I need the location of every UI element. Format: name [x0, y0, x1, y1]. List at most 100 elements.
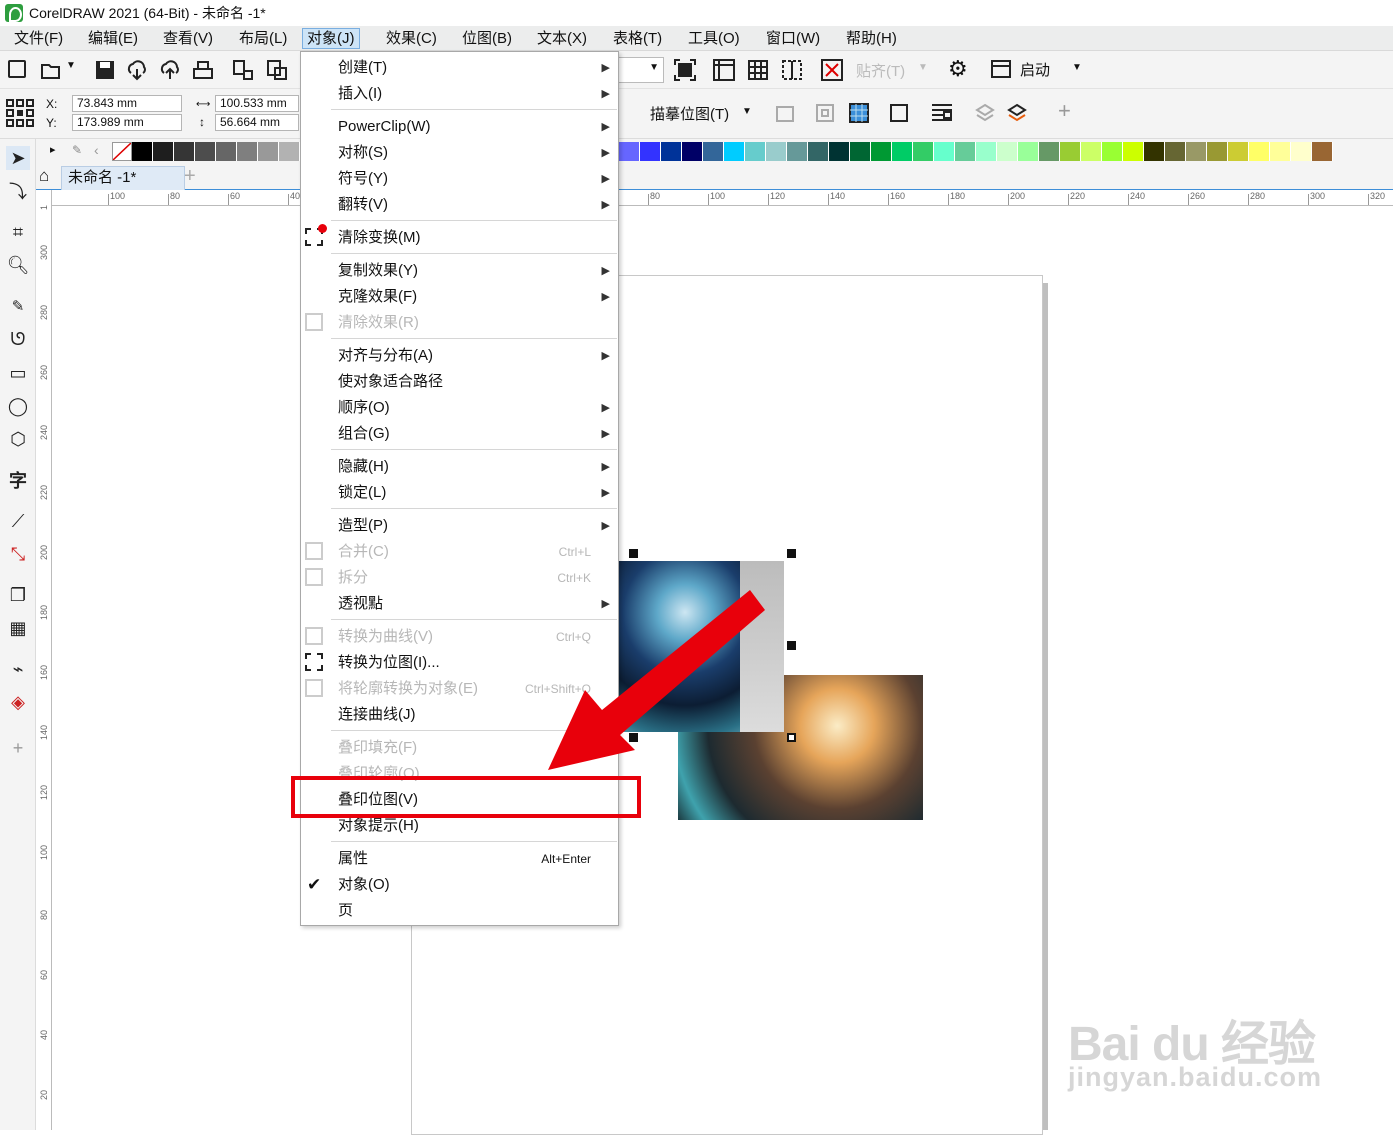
color-swatch[interactable]	[1102, 142, 1123, 161]
menu-view[interactable]: 查看(V)	[159, 28, 217, 49]
object-menu-item[interactable]: 对齐与分布(A) ▶	[301, 343, 618, 369]
trace-dropdown-icon[interactable]: ▼	[742, 106, 752, 117]
open-dropdown-icon[interactable]: ▼	[66, 60, 88, 82]
import-icon[interactable]	[232, 59, 254, 81]
menu-bitmaps[interactable]: 位图(B)	[458, 28, 516, 49]
selection-handle-br[interactable]	[787, 733, 796, 742]
object-menu-item[interactable]: ✔ 对象(O)	[301, 872, 618, 898]
color-swatch[interactable]	[934, 142, 955, 161]
menu-window[interactable]: 窗口(W)	[762, 28, 824, 49]
color-swatch[interactable]	[237, 142, 258, 161]
color-swatch[interactable]	[703, 142, 724, 161]
shape-tool-icon[interactable]: ⤵	[6, 179, 30, 203]
color-swatch[interactable]	[1144, 142, 1165, 161]
object-menu-item[interactable]: 符号(Y) ▶	[301, 166, 618, 192]
transparency-tool-icon[interactable]: ▦	[6, 616, 30, 640]
crop-tool-icon[interactable]: ⌗	[6, 220, 30, 244]
pick-tool-icon[interactable]: ➤	[6, 146, 30, 170]
save-icon[interactable]	[94, 59, 116, 81]
options-gear-icon[interactable]: ⚙	[948, 58, 970, 80]
add-tool-icon[interactable]: +	[1058, 98, 1071, 124]
palette-scroll-left-icon[interactable]: ▸	[50, 143, 56, 156]
polygon-tool-icon[interactable]: ⬡	[6, 427, 30, 451]
object-menu-item[interactable]: 翻转(V) ▶	[301, 192, 618, 218]
drop-shadow-icon[interactable]: ❐	[6, 583, 30, 607]
color-swatch[interactable]	[1039, 142, 1060, 161]
color-swatch[interactable]	[1291, 142, 1312, 161]
add-tool-button[interactable]: +	[6, 736, 30, 760]
object-menu-item[interactable]: PowerClip(W) ▶	[301, 114, 618, 140]
edit-bitmap-icon[interactable]	[848, 102, 870, 124]
freehand-tool-icon[interactable]: ✎	[6, 294, 30, 318]
to-back-icon[interactable]	[974, 102, 996, 124]
color-swatch[interactable]	[1186, 142, 1207, 161]
color-swatch[interactable]	[1081, 142, 1102, 161]
color-swatch[interactable]	[258, 142, 279, 161]
color-swatch[interactable]	[829, 142, 850, 161]
color-swatch[interactable]	[1270, 142, 1291, 161]
new-tab-icon[interactable]: +	[184, 165, 196, 188]
color-swatch[interactable]	[661, 142, 682, 161]
object-menu-item[interactable]: 组合(G) ▶	[301, 421, 618, 447]
color-swatch[interactable]	[913, 142, 934, 161]
color-swatch[interactable]	[850, 142, 871, 161]
trace-bitmap-button[interactable]: 描摹位图(T)	[650, 103, 729, 124]
show-grid-icon[interactable]	[746, 58, 768, 80]
menu-help[interactable]: 帮助(H)	[842, 28, 901, 49]
eyedropper-icon[interactable]: ⌁	[6, 657, 30, 681]
resample-icon[interactable]	[814, 102, 836, 124]
show-guidelines-icon[interactable]	[780, 58, 802, 80]
color-swatch[interactable]	[640, 142, 661, 161]
menu-table[interactable]: 表格(T)	[609, 28, 666, 49]
bounding-box-icon[interactable]	[888, 102, 910, 124]
color-swatch[interactable]	[892, 142, 913, 161]
color-swatch[interactable]	[808, 142, 829, 161]
cloud-upload-icon[interactable]	[159, 59, 181, 81]
launch-icon[interactable]	[990, 58, 1012, 80]
dimension-tool-icon[interactable]: ⟋	[6, 509, 30, 533]
object-menu-item[interactable]: 属性 Alt+Enter	[301, 846, 618, 872]
color-swatch[interactable]	[871, 142, 892, 161]
color-swatch[interactable]	[1165, 142, 1186, 161]
color-swatch[interactable]	[1228, 142, 1249, 161]
color-swatch[interactable]	[724, 142, 745, 161]
menu-text[interactable]: 文本(X)	[533, 28, 591, 49]
open-icon[interactable]	[40, 60, 62, 82]
text-wrap-icon[interactable]	[930, 101, 952, 123]
y-position-field[interactable]: 173.989 mm	[72, 114, 182, 131]
color-swatch[interactable]	[279, 142, 300, 161]
menu-object[interactable]: 对象(J)	[302, 28, 360, 49]
object-menu-item[interactable]: 插入(I) ▶	[301, 81, 618, 107]
menu-edit[interactable]: 编辑(E)	[84, 28, 142, 49]
ellipse-tool-icon[interactable]: ◯	[6, 394, 30, 418]
color-swatch[interactable]	[1249, 142, 1270, 161]
color-swatch[interactable]	[153, 142, 174, 161]
snap-dropdown-icon[interactable]: ▼	[918, 62, 928, 73]
color-swatch[interactable]	[1018, 142, 1039, 161]
selection-handle-tl[interactable]	[629, 549, 638, 558]
menu-layout[interactable]: 布局(L)	[235, 28, 291, 49]
object-menu-item[interactable]: 复制效果(Y) ▶	[301, 258, 618, 284]
color-swatch[interactable]	[216, 142, 237, 161]
snap-to-button[interactable]: 贴齐(T)	[856, 60, 905, 81]
color-swatch[interactable]	[745, 142, 766, 161]
launch-button[interactable]: 启动	[1020, 59, 1050, 80]
color-swatch[interactable]	[174, 142, 195, 161]
color-swatch[interactable]	[787, 142, 808, 161]
snap-off-icon[interactable]	[820, 58, 843, 81]
object-menu-item[interactable]: 页	[301, 898, 618, 924]
object-menu-item[interactable]: 克隆效果(F) ▶	[301, 284, 618, 310]
selection-handle-tr[interactable]	[787, 549, 796, 558]
color-swatch[interactable]	[619, 142, 640, 161]
color-swatch[interactable]	[997, 142, 1018, 161]
color-swatch[interactable]	[1123, 142, 1144, 161]
to-front-icon[interactable]	[1006, 102, 1028, 124]
menu-effects[interactable]: 效果(C)	[382, 28, 441, 49]
x-position-field[interactable]: 73.843 mm	[72, 95, 182, 112]
selection-handle-r[interactable]	[787, 641, 796, 650]
color-swatch[interactable]	[195, 142, 216, 161]
object-menu-item[interactable]: 造型(P) ▶	[301, 513, 618, 539]
object-menu-item[interactable]: 隐藏(H) ▶	[301, 454, 618, 480]
object-menu-item[interactable]: 使对象适合路径	[301, 369, 618, 395]
color-swatch[interactable]	[1207, 142, 1228, 161]
